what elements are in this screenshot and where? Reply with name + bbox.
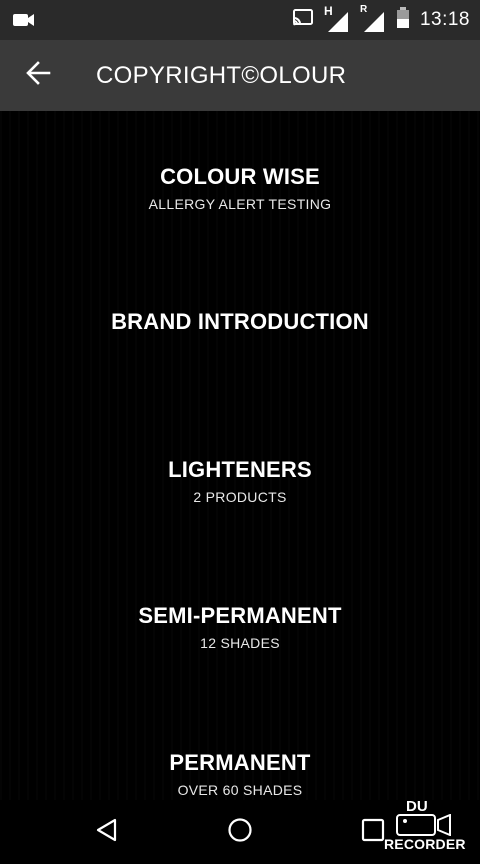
- cast-icon: [292, 8, 314, 32]
- status-icons: H R 13:18: [292, 0, 470, 40]
- watermark-recorder-label: RECORDER: [384, 836, 466, 852]
- menu-item-subtitle: 12 SHADES: [200, 635, 280, 651]
- signal-roaming-icon: R: [360, 4, 386, 32]
- menu-item-subtitle: ALLERGY ALERT TESTING: [148, 196, 332, 212]
- page-title: COPYRIGHT©OLOUR: [96, 62, 347, 89]
- menu-item-semi-permanent[interactable]: SEMI-PERMANENT 12 SHADES: [0, 572, 480, 682]
- menu-item-title: BRAND INTRODUCTION: [111, 309, 369, 334]
- battery-icon: [396, 6, 410, 34]
- nav-back-button[interactable]: [83, 808, 131, 856]
- home-circle-icon: [227, 817, 253, 848]
- back-button[interactable]: [14, 50, 62, 100]
- watermark-du-label: DU: [406, 798, 428, 815]
- back-triangle-icon: [94, 817, 120, 848]
- menu-item-colour-wise[interactable]: COLOUR WISE ALLERGY ALERT TESTING: [0, 133, 480, 243]
- video-camera-icon: [12, 12, 36, 28]
- menu-list: COLOUR WISE ALLERGY ALERT TESTING BRAND …: [0, 111, 480, 800]
- arrow-left-icon: [25, 60, 51, 91]
- menu-item-lighteners[interactable]: LIGHTENERS 2 PRODUCTS: [0, 426, 480, 536]
- nav-home-button[interactable]: [216, 808, 264, 856]
- menu-item-title: LIGHTENERS: [168, 457, 312, 482]
- signal-icon: H: [324, 4, 350, 32]
- menu-item-title: COLOUR WISE: [160, 164, 320, 189]
- menu-item-subtitle: 2 PRODUCTS: [193, 489, 287, 505]
- menu-item-title: PERMANENT: [169, 750, 311, 775]
- menu-item-subtitle: OVER 60 SHADES: [177, 782, 303, 798]
- clock: 13:18: [419, 9, 470, 30]
- menu-item-brand-introduction[interactable]: BRAND INTRODUCTION: [0, 267, 480, 377]
- status-bar: H R 13:18: [0, 0, 480, 40]
- app-bar: COPYRIGHT©OLOUR: [0, 40, 480, 111]
- du-recorder-watermark: DU RECORDER: [382, 798, 474, 854]
- menu-item-title: SEMI-PERMANENT: [138, 603, 342, 628]
